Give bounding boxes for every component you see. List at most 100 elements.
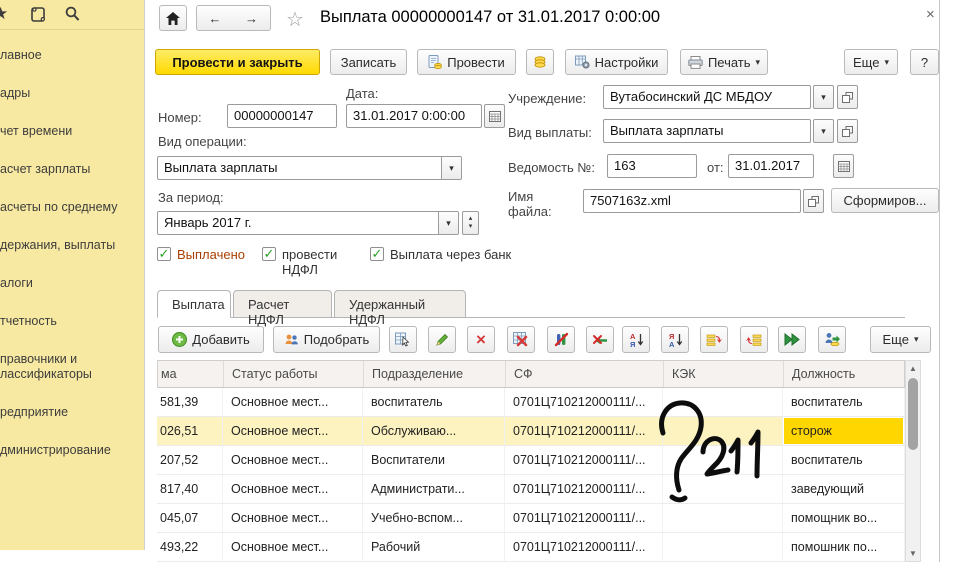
cell-department[interactable]: Администрати... bbox=[363, 475, 505, 503]
sidebar-item-deductions-payments[interactable]: держания, выплаты bbox=[0, 233, 144, 258]
pay-employee-button[interactable] bbox=[818, 326, 846, 353]
date-field[interactable]: 31.01.2017 0:00:00 bbox=[346, 104, 482, 128]
settings-button[interactable]: Настройки bbox=[565, 49, 668, 75]
sidebar-item-personnel[interactable]: адры bbox=[0, 81, 144, 106]
filename-open-button[interactable] bbox=[803, 189, 824, 213]
cell-sum[interactable]: 045,07 bbox=[157, 504, 223, 532]
cell-sf[interactable]: 0701Ц710212000111/... bbox=[505, 475, 663, 503]
sidebar-item-main[interactable]: лавное bbox=[0, 43, 144, 68]
cell-status[interactable]: Основное мест... bbox=[223, 533, 363, 561]
pick-button[interactable]: Подобрать bbox=[273, 326, 380, 353]
generate-file-button[interactable]: Сформиров... bbox=[831, 188, 939, 213]
sidebar-item-taxes[interactable]: алоги bbox=[0, 271, 144, 296]
scroll-down-icon[interactable]: ▼ bbox=[906, 549, 920, 558]
cell-kek[interactable] bbox=[663, 446, 783, 474]
payment-type-dropdown-button[interactable]: ▾ bbox=[813, 119, 834, 143]
add-row-button[interactable]: Добавить bbox=[158, 326, 264, 353]
sidebar-item-enterprise[interactable]: редприятие bbox=[0, 400, 144, 425]
cell-kek[interactable] bbox=[663, 388, 783, 416]
cell-kek[interactable] bbox=[663, 417, 783, 445]
cell-position[interactable]: помощник во... bbox=[783, 504, 905, 532]
favorite-star-icon[interactable]: ☆ bbox=[286, 7, 304, 32]
institution-open-button[interactable] bbox=[837, 85, 858, 109]
scrollbar-thumb[interactable] bbox=[908, 378, 918, 450]
cell-sum[interactable]: 817,40 bbox=[157, 475, 223, 503]
column-header-sf[interactable]: СФ bbox=[506, 361, 664, 387]
create-based-on-button[interactable] bbox=[526, 49, 554, 75]
tab-ndfl-calc[interactable]: Расчет НДФЛ bbox=[233, 290, 332, 318]
cell-sf[interactable]: 0701Ц710212000111/... bbox=[505, 388, 663, 416]
payment-type-field[interactable]: Выплата зарплаты bbox=[603, 119, 811, 143]
bank-checkbox[interactable]: ✓ bbox=[370, 247, 384, 261]
table-row[interactable]: 207,52 Основное мест... Воспитатели 0701… bbox=[157, 446, 905, 475]
cancel-payment-button[interactable] bbox=[586, 326, 614, 353]
institution-dropdown-button[interactable]: ▾ bbox=[813, 85, 834, 109]
cell-sum[interactable]: 493,22 bbox=[157, 533, 223, 561]
cell-status[interactable]: Основное мест... bbox=[223, 475, 363, 503]
column-header-status[interactable]: Статус работы bbox=[224, 361, 364, 387]
search-icon[interactable] bbox=[64, 5, 81, 26]
sidebar-item-references[interactable]: правочники и лассификаторы bbox=[0, 347, 120, 387]
cell-department[interactable]: Учебно-вспом... bbox=[363, 504, 505, 532]
save-button[interactable]: Записать bbox=[330, 49, 407, 75]
cell-department[interactable]: Обслуживаю... bbox=[363, 417, 505, 445]
home-button[interactable] bbox=[159, 5, 187, 31]
period-combo[interactable]: Январь 2017 г. ▾ bbox=[157, 211, 459, 235]
period-spinner[interactable]: ▴ ▾ bbox=[462, 211, 479, 235]
sidebar-item-payroll[interactable]: асчет зарплаты bbox=[0, 157, 144, 182]
print-button[interactable]: Печать ▾ bbox=[680, 49, 768, 75]
tab-payment[interactable]: Выплата bbox=[157, 290, 231, 318]
sidebar-item-timekeeping[interactable]: чет времени bbox=[0, 119, 144, 144]
cell-sum[interactable]: 581,39 bbox=[157, 388, 223, 416]
cell-kek[interactable] bbox=[663, 475, 783, 503]
cell-sf[interactable]: 0701Ц710212000111/... bbox=[505, 533, 663, 561]
cell-position-selected[interactable]: сторож bbox=[783, 417, 905, 445]
post-and-close-button[interactable]: Провести и закрыть bbox=[155, 49, 320, 75]
ndfl-checkbox[interactable]: ✓ bbox=[262, 247, 276, 261]
scroll-up-icon[interactable]: ▲ bbox=[906, 364, 920, 373]
operation-type-combo[interactable]: Выплата зарплаты ▾ bbox=[157, 156, 462, 180]
sidebar-item-administration[interactable]: дминистрирование bbox=[0, 438, 144, 463]
table-row[interactable]: 045,07 Основное мест... Учебно-вспом... … bbox=[157, 504, 905, 533]
end-payment-button[interactable] bbox=[547, 326, 575, 353]
column-header-sum[interactable]: ма bbox=[158, 361, 224, 387]
cell-kek[interactable] bbox=[663, 533, 783, 561]
cell-sum[interactable]: 207,52 bbox=[157, 446, 223, 474]
table-more-button[interactable]: Еще ▾ bbox=[870, 326, 931, 353]
cell-position[interactable]: помошник по... bbox=[783, 533, 905, 561]
help-button[interactable]: ? bbox=[910, 49, 939, 75]
filename-field[interactable]: 7507163z.xml bbox=[583, 189, 801, 213]
cell-department[interactable]: Воспитатели bbox=[363, 446, 505, 474]
period-dropdown-button[interactable]: ▾ bbox=[438, 212, 458, 234]
cell-position[interactable]: воспитатель bbox=[783, 388, 905, 416]
close-icon[interactable]: × bbox=[926, 6, 935, 23]
cell-status[interactable]: Основное мест... bbox=[223, 388, 363, 416]
nav-forward-button[interactable]: → bbox=[233, 5, 271, 31]
column-header-department[interactable]: Подразделение bbox=[364, 361, 506, 387]
copy-row-button[interactable] bbox=[389, 326, 417, 353]
payment-type-open-button[interactable] bbox=[837, 119, 858, 143]
cell-status[interactable]: Основное мест... bbox=[223, 446, 363, 474]
cell-kek[interactable] bbox=[663, 504, 783, 532]
table-row[interactable]: 817,40 Основное мест... Администрати... … bbox=[157, 475, 905, 504]
cell-department[interactable]: Рабочий bbox=[363, 533, 505, 561]
date-calendar-button[interactable] bbox=[484, 104, 505, 128]
pay-all-button[interactable] bbox=[778, 326, 806, 353]
history-scroll-icon[interactable] bbox=[30, 5, 47, 26]
cell-sf[interactable]: 0701Ц710212000111/... bbox=[505, 504, 663, 532]
column-header-position[interactable]: Должность bbox=[784, 361, 906, 387]
cell-sum[interactable]: 026,51 bbox=[157, 417, 223, 445]
sheet-date-field[interactable]: 31.01.2017 bbox=[728, 154, 814, 178]
cell-sf[interactable]: 0701Ц710212000111/... bbox=[505, 417, 663, 445]
more-button[interactable]: Еще ▾ bbox=[844, 49, 898, 75]
table-row[interactable]: 493,22 Основное мест... Рабочий 0701Ц710… bbox=[157, 533, 905, 562]
favorites-star-icon[interactable]: ★ bbox=[0, 4, 8, 24]
table-row[interactable]: 581,39 Основное мест... воспитатель 0701… bbox=[157, 388, 905, 417]
table-scrollbar[interactable]: ▲ ▼ bbox=[905, 360, 921, 562]
cell-department[interactable]: воспитатель bbox=[363, 388, 505, 416]
cell-sf[interactable]: 0701Ц710212000111/... bbox=[505, 446, 663, 474]
delete-row-button[interactable]: × bbox=[467, 326, 495, 353]
cell-position[interactable]: заведующий bbox=[783, 475, 905, 503]
post-button[interactable]: Провести bbox=[417, 49, 516, 75]
number-field[interactable]: 00000000147 bbox=[227, 104, 337, 128]
